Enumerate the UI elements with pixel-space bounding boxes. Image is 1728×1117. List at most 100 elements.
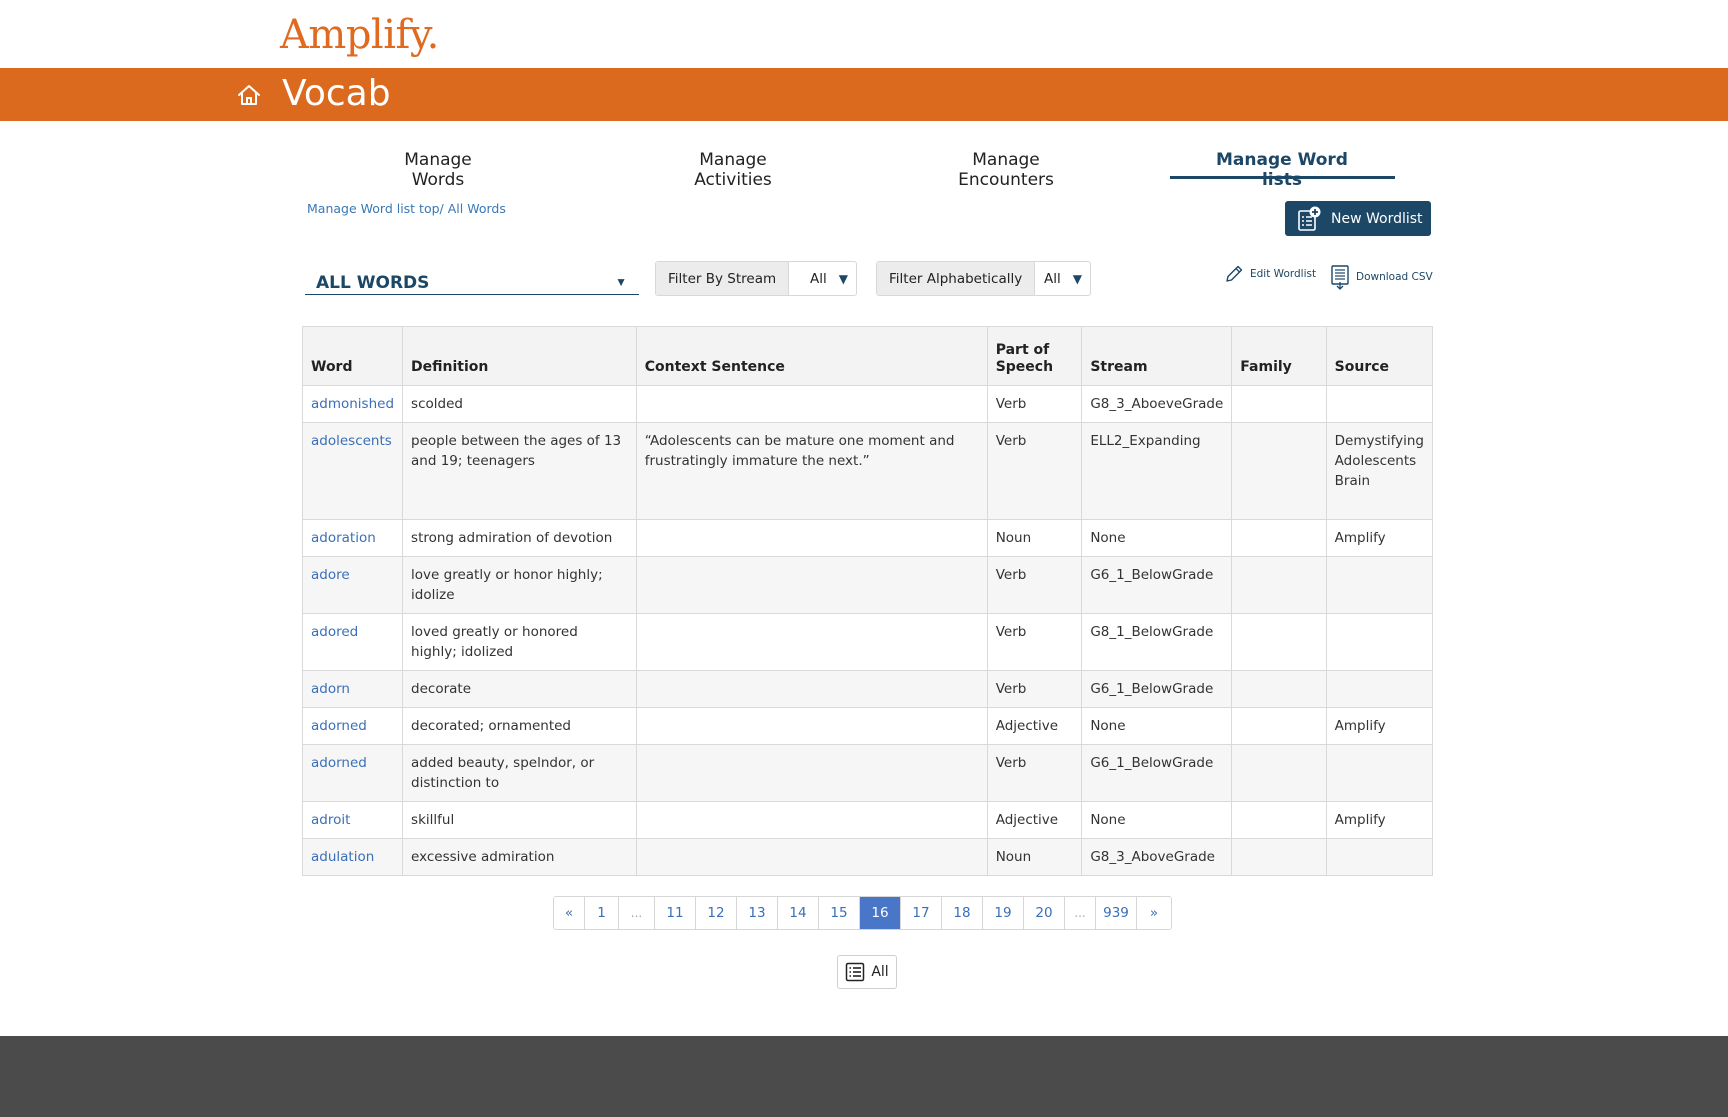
home-icon[interactable] xyxy=(236,82,262,108)
tab-manage-activities[interactable]: Manage Activities xyxy=(658,150,808,190)
family-cell xyxy=(1231,385,1327,423)
wordlist-select[interactable]: ALL WORDS ▼ xyxy=(305,266,639,295)
list-icon xyxy=(846,962,865,982)
page-link[interactable]: 11 xyxy=(655,897,696,929)
column-header-definition[interactable]: Definition xyxy=(402,326,637,386)
tab-manage-word-lists[interactable]: Manage Word lists xyxy=(1196,150,1368,190)
page-link[interactable]: 19 xyxy=(983,897,1024,929)
word-link[interactable]: adoration xyxy=(301,519,404,557)
page-ellipsis: ... xyxy=(1065,897,1096,929)
family-cell xyxy=(1231,519,1327,557)
page-link[interactable]: 17 xyxy=(901,897,942,929)
filter-stream-label: Filter By Stream xyxy=(656,262,790,295)
breadcrumb[interactable]: Manage Word list top/ All Words xyxy=(307,201,506,216)
wordlist-select-value: ALL WORDS xyxy=(316,273,430,293)
context-cell xyxy=(635,519,988,557)
show-all-label: All xyxy=(871,964,889,980)
filter-by-stream[interactable]: Filter By Stream All ▼ xyxy=(655,261,857,296)
table-row: adulation excessive admiration Noun G8_3… xyxy=(301,838,1434,876)
stream-cell: G8_3_AboveGrade xyxy=(1081,838,1233,876)
page-link[interactable]: 15 xyxy=(819,897,860,929)
page-link[interactable]: 18 xyxy=(942,897,983,929)
page-current[interactable]: 16 xyxy=(860,897,901,929)
definition-cell: added beauty, spelndor, or distinction t… xyxy=(402,744,637,802)
column-header-part-of-speech[interactable]: Part of Speech xyxy=(986,326,1083,386)
stream-cell: ELL2_Expanding xyxy=(1081,422,1233,520)
part-of-speech-cell: Verb xyxy=(986,613,1083,671)
page-link[interactable]: 20 xyxy=(1024,897,1065,929)
context-cell xyxy=(635,707,988,745)
page-link[interactable]: 13 xyxy=(737,897,778,929)
word-link[interactable]: adorned xyxy=(301,744,404,802)
show-all-button[interactable]: All xyxy=(837,955,897,989)
family-cell xyxy=(1231,556,1327,614)
source-cell xyxy=(1325,670,1434,708)
page-link[interactable]: 14 xyxy=(778,897,819,929)
stream-cell: G6_1_BelowGrade xyxy=(1081,556,1233,614)
definition-cell: love greatly or honor highly; idolize xyxy=(402,556,637,614)
new-wordlist-label: New Wordlist xyxy=(1331,210,1423,227)
table-row: adored loved greatly or honored highly; … xyxy=(301,613,1434,671)
part-of-speech-cell: Verb xyxy=(986,670,1083,708)
filter-alpha-label: Filter Alphabetically xyxy=(877,262,1036,295)
definition-cell: excessive admiration xyxy=(402,838,637,876)
definition-cell: decorated; ornamented xyxy=(402,707,637,745)
column-header-family[interactable]: Family xyxy=(1231,326,1327,386)
definition-cell: people between the ages of 13 and 19; te… xyxy=(402,422,637,520)
context-cell xyxy=(635,744,988,802)
stream-cell: None xyxy=(1081,707,1233,745)
word-link[interactable]: adolescents xyxy=(301,422,404,520)
caret-down-icon: ▼ xyxy=(838,271,848,286)
table-row: admonished scolded Verb G8_3_AboeveGrade xyxy=(301,385,1434,423)
part-of-speech-cell: Verb xyxy=(986,556,1083,614)
column-header-context-sentence[interactable]: Context Sentence xyxy=(635,326,988,386)
stream-cell: G8_1_BelowGrade xyxy=(1081,613,1233,671)
page-link[interactable]: 12 xyxy=(696,897,737,929)
column-header-stream[interactable]: Stream xyxy=(1081,326,1233,386)
edit-wordlist-link[interactable]: Edit Wordlist xyxy=(1224,264,1316,284)
table-row: adorn decorate Verb G6_1_BelowGrade xyxy=(301,670,1434,708)
new-wordlist-button[interactable]: New Wordlist xyxy=(1285,201,1431,236)
amplify-logo[interactable]: Amplify. xyxy=(280,12,439,58)
part-of-speech-cell: Noun xyxy=(986,519,1083,557)
table-row: adoration strong admiration of devotion … xyxy=(301,519,1434,557)
word-link[interactable]: adored xyxy=(301,613,404,671)
download-file-icon xyxy=(1331,265,1349,290)
table-row: adroit skillful Adjective None Amplify xyxy=(301,801,1434,839)
caret-down-icon: ▼ xyxy=(615,275,627,289)
part-of-speech-cell: Adjective xyxy=(986,707,1083,745)
page-link[interactable]: 1 xyxy=(585,897,619,929)
app-header: Vocab xyxy=(0,68,1728,121)
page-link[interactable]: 939 xyxy=(1096,897,1137,929)
page-prev[interactable]: « xyxy=(554,897,585,929)
table-row: adorned decorated; ornamented Adjective … xyxy=(301,707,1434,745)
definition-cell: loved greatly or honored highly; idolize… xyxy=(402,613,637,671)
word-link[interactable]: adorned xyxy=(301,707,404,745)
source-cell xyxy=(1325,838,1434,876)
pagination: « 1 ... 11 12 13 14 15 16 17 18 19 20 ..… xyxy=(553,896,1172,930)
page-ellipsis: ... xyxy=(619,897,655,929)
filter-alphabetically[interactable]: Filter Alphabetically All ▼ xyxy=(876,261,1091,296)
download-csv-link[interactable]: Download CSV xyxy=(1330,264,1433,290)
context-cell xyxy=(635,613,988,671)
filter-alpha-value: All xyxy=(1044,270,1061,287)
word-link[interactable]: admonished xyxy=(301,385,404,423)
word-link[interactable]: adulation xyxy=(301,838,404,876)
column-header-source[interactable]: Source xyxy=(1325,326,1434,386)
word-link[interactable]: adorn xyxy=(301,670,404,708)
source-cell: Demystifying Adolescents Brain xyxy=(1325,422,1434,520)
page-next[interactable]: » xyxy=(1137,897,1171,929)
word-link[interactable]: adroit xyxy=(301,801,404,839)
tab-manage-words[interactable]: Manage Words xyxy=(377,150,499,190)
table-row: adorned added beauty, spelndor, or disti… xyxy=(301,744,1434,802)
context-cell: “Adolescents can be mature one moment an… xyxy=(635,422,988,520)
part-of-speech-cell: Noun xyxy=(986,838,1083,876)
logo-bar: Amplify. xyxy=(0,0,1728,68)
family-cell xyxy=(1231,707,1327,745)
tab-manage-encounters[interactable]: Manage Encounters xyxy=(922,150,1090,190)
column-header-word[interactable]: Word xyxy=(301,326,404,386)
source-cell: Amplify xyxy=(1325,519,1434,557)
context-cell xyxy=(635,556,988,614)
context-cell xyxy=(635,801,988,839)
word-link[interactable]: adore xyxy=(301,556,404,614)
